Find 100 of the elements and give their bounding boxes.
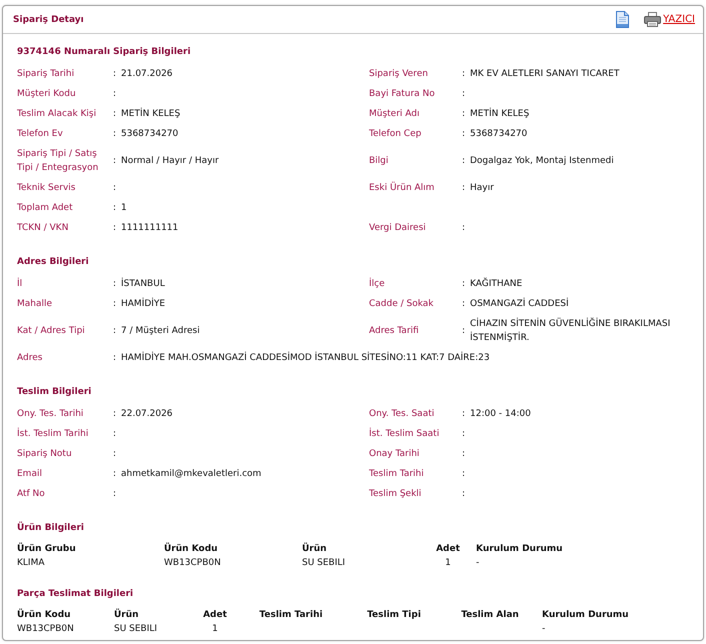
section-title: Teslim Bilgileri — [17, 386, 92, 399]
field-colon: : — [462, 278, 466, 291]
panel-title: Sipariş Detayı — [13, 14, 84, 24]
field-value: MK EV ALETLERI SANAYI TICARET — [470, 68, 620, 81]
field-label: Teknik Servis — [17, 182, 76, 195]
document-icon[interactable] — [616, 11, 630, 28]
field-colon: : — [113, 428, 118, 441]
field-colon: : — [462, 108, 466, 121]
field-colon: : — [113, 202, 118, 215]
column-header: Ürün — [114, 608, 140, 622]
section-title: Parça Teslimat Bilgileri — [17, 588, 134, 601]
field-colon: : — [462, 222, 466, 235]
field-label: Eski Ürün Alım — [369, 181, 436, 195]
table-cell-text: - — [476, 557, 480, 570]
field-label: Teslim Tarihi — [369, 468, 425, 481]
field-label: Email — [17, 468, 43, 481]
field-colon: : — [462, 128, 466, 141]
field-label: TCKN / VKN — [17, 222, 70, 235]
section-title: Adres Bilgileri — [17, 256, 90, 269]
field-label: Ony. Tes. Tarihi — [17, 408, 84, 421]
field-colon: : — [113, 222, 118, 235]
field-label: Adres Tarifi — [369, 325, 420, 338]
field-colon: : — [113, 298, 118, 311]
table-cell-text: WB13CPB0N — [17, 623, 75, 636]
column-header: Adet — [435, 543, 461, 556]
field-label: Kat / Adres Tipi — [17, 325, 86, 338]
field-label: Toplam Adet — [17, 202, 74, 215]
field-label: Sipariş Notu — [17, 448, 73, 461]
field-colon: : — [462, 68, 466, 81]
field-value: 1 — [121, 202, 128, 215]
table-cell-text: 1 — [444, 557, 452, 570]
field-label: Onay Tarihi — [369, 448, 420, 461]
field-label: Mahalle — [17, 298, 54, 311]
field-value: ahmetkamil@mkevaletleri.com — [121, 468, 262, 481]
field-colon: : — [113, 182, 118, 195]
field-label: Adres — [17, 352, 44, 365]
column-header: Ürün — [302, 542, 328, 556]
column-header: Teslim Alan — [460, 609, 520, 622]
field-value: CİHAZIN SİTENİN GÜVENLİĞİNE BIRAKILMASI İSTENMİŞTİR. — [470, 317, 672, 345]
field-value: Dogalgaz Yok, Montaj Istenmedi — [470, 155, 615, 168]
field-value: OSMANGAZİ CADDESİ — [470, 297, 570, 311]
field-label: Bayi Fatura No — [369, 88, 436, 101]
field-colon: : — [113, 468, 118, 481]
section-title: 9374146 Numaralı Sipariş Bilgileri — [17, 46, 192, 59]
print-link[interactable]: YAZICI — [644, 12, 695, 27]
field-label: Sipariş Veren — [369, 68, 429, 81]
field-label: İlçe — [369, 277, 386, 291]
field-colon: : — [462, 88, 466, 101]
column-header: Ürün Kodu — [17, 608, 72, 622]
field-value: Hayır — [470, 182, 495, 195]
field-label: İst. Teslim Tarihi — [17, 427, 90, 441]
section-title: Ürün Bilgileri — [17, 521, 85, 535]
field-value: Normal / Hayır / Hayır — [121, 155, 220, 168]
field-value: 22.07.2026 — [121, 408, 174, 421]
field-value: METİN KELEŞ — [470, 107, 530, 121]
column-header: Kurulum Durumu — [476, 543, 564, 556]
field-value: 12:00 - 14:00 — [470, 408, 532, 421]
field-value: 5368734270 — [470, 128, 528, 141]
field-value: HAMİDİYE MAH.OSMANGAZİ CADDESİMOD İSTANBUL SİTESİNO:11 KAT:7 DAİRE:23 — [121, 351, 491, 365]
table-cell-text: WB13CPB0N — [164, 557, 222, 570]
table-cell-text: KLIMA — [17, 557, 46, 570]
field-label: Bilgi — [369, 155, 390, 168]
field-colon: : — [113, 108, 118, 121]
field-colon: : — [462, 325, 466, 338]
field-value: HAMİDİYE — [121, 297, 166, 311]
field-colon: : — [113, 325, 118, 338]
field-colon: : — [113, 68, 118, 81]
field-value: 5368734270 — [121, 128, 180, 141]
field-label: Vergi Dairesi — [369, 222, 427, 235]
field-colon: : — [113, 155, 118, 168]
field-label: Müşteri Adı — [369, 108, 420, 121]
field-value: KAĞITHANE — [470, 277, 524, 291]
field-colon: : — [113, 352, 118, 365]
field-value: 21.07.2026 — [121, 68, 174, 81]
column-header: Teslim Tarihi — [258, 609, 324, 622]
field-colon: : — [113, 488, 118, 501]
field-colon: : — [462, 488, 466, 501]
field-colon: : — [113, 278, 118, 291]
column-header: Kurulum Durumu — [542, 609, 630, 622]
field-label: Atf No — [17, 488, 46, 501]
table-cell-text: - — [542, 623, 546, 636]
table-cell-text: SU SEBILI — [114, 623, 158, 636]
field-label: Telefon Cep — [369, 128, 422, 141]
field-label: Müşteri Kodu — [17, 88, 77, 101]
field-label: Teslim Alacak Kişi — [17, 108, 98, 121]
field-colon: : — [462, 408, 466, 421]
column-header: Ürün Grubu — [17, 542, 77, 556]
column-header: Teslim Tipi — [366, 609, 422, 622]
field-value: İSTANBUL — [121, 277, 166, 291]
field-colon: : — [462, 298, 466, 311]
field-label: Cadde / Sokak — [369, 298, 435, 311]
field-colon: : — [462, 468, 466, 481]
field-value: METİN KELEŞ — [121, 107, 182, 121]
field-colon: : — [462, 428, 466, 441]
field-colon: : — [113, 448, 118, 461]
field-label: Telefon Ev — [17, 128, 64, 141]
field-value: 7 / Müşteri Adresi — [121, 325, 201, 338]
field-label: Teslim Şekli — [369, 488, 422, 501]
table-cell-text: SU SEBILI — [302, 557, 346, 570]
column-header: Adet — [202, 609, 228, 622]
